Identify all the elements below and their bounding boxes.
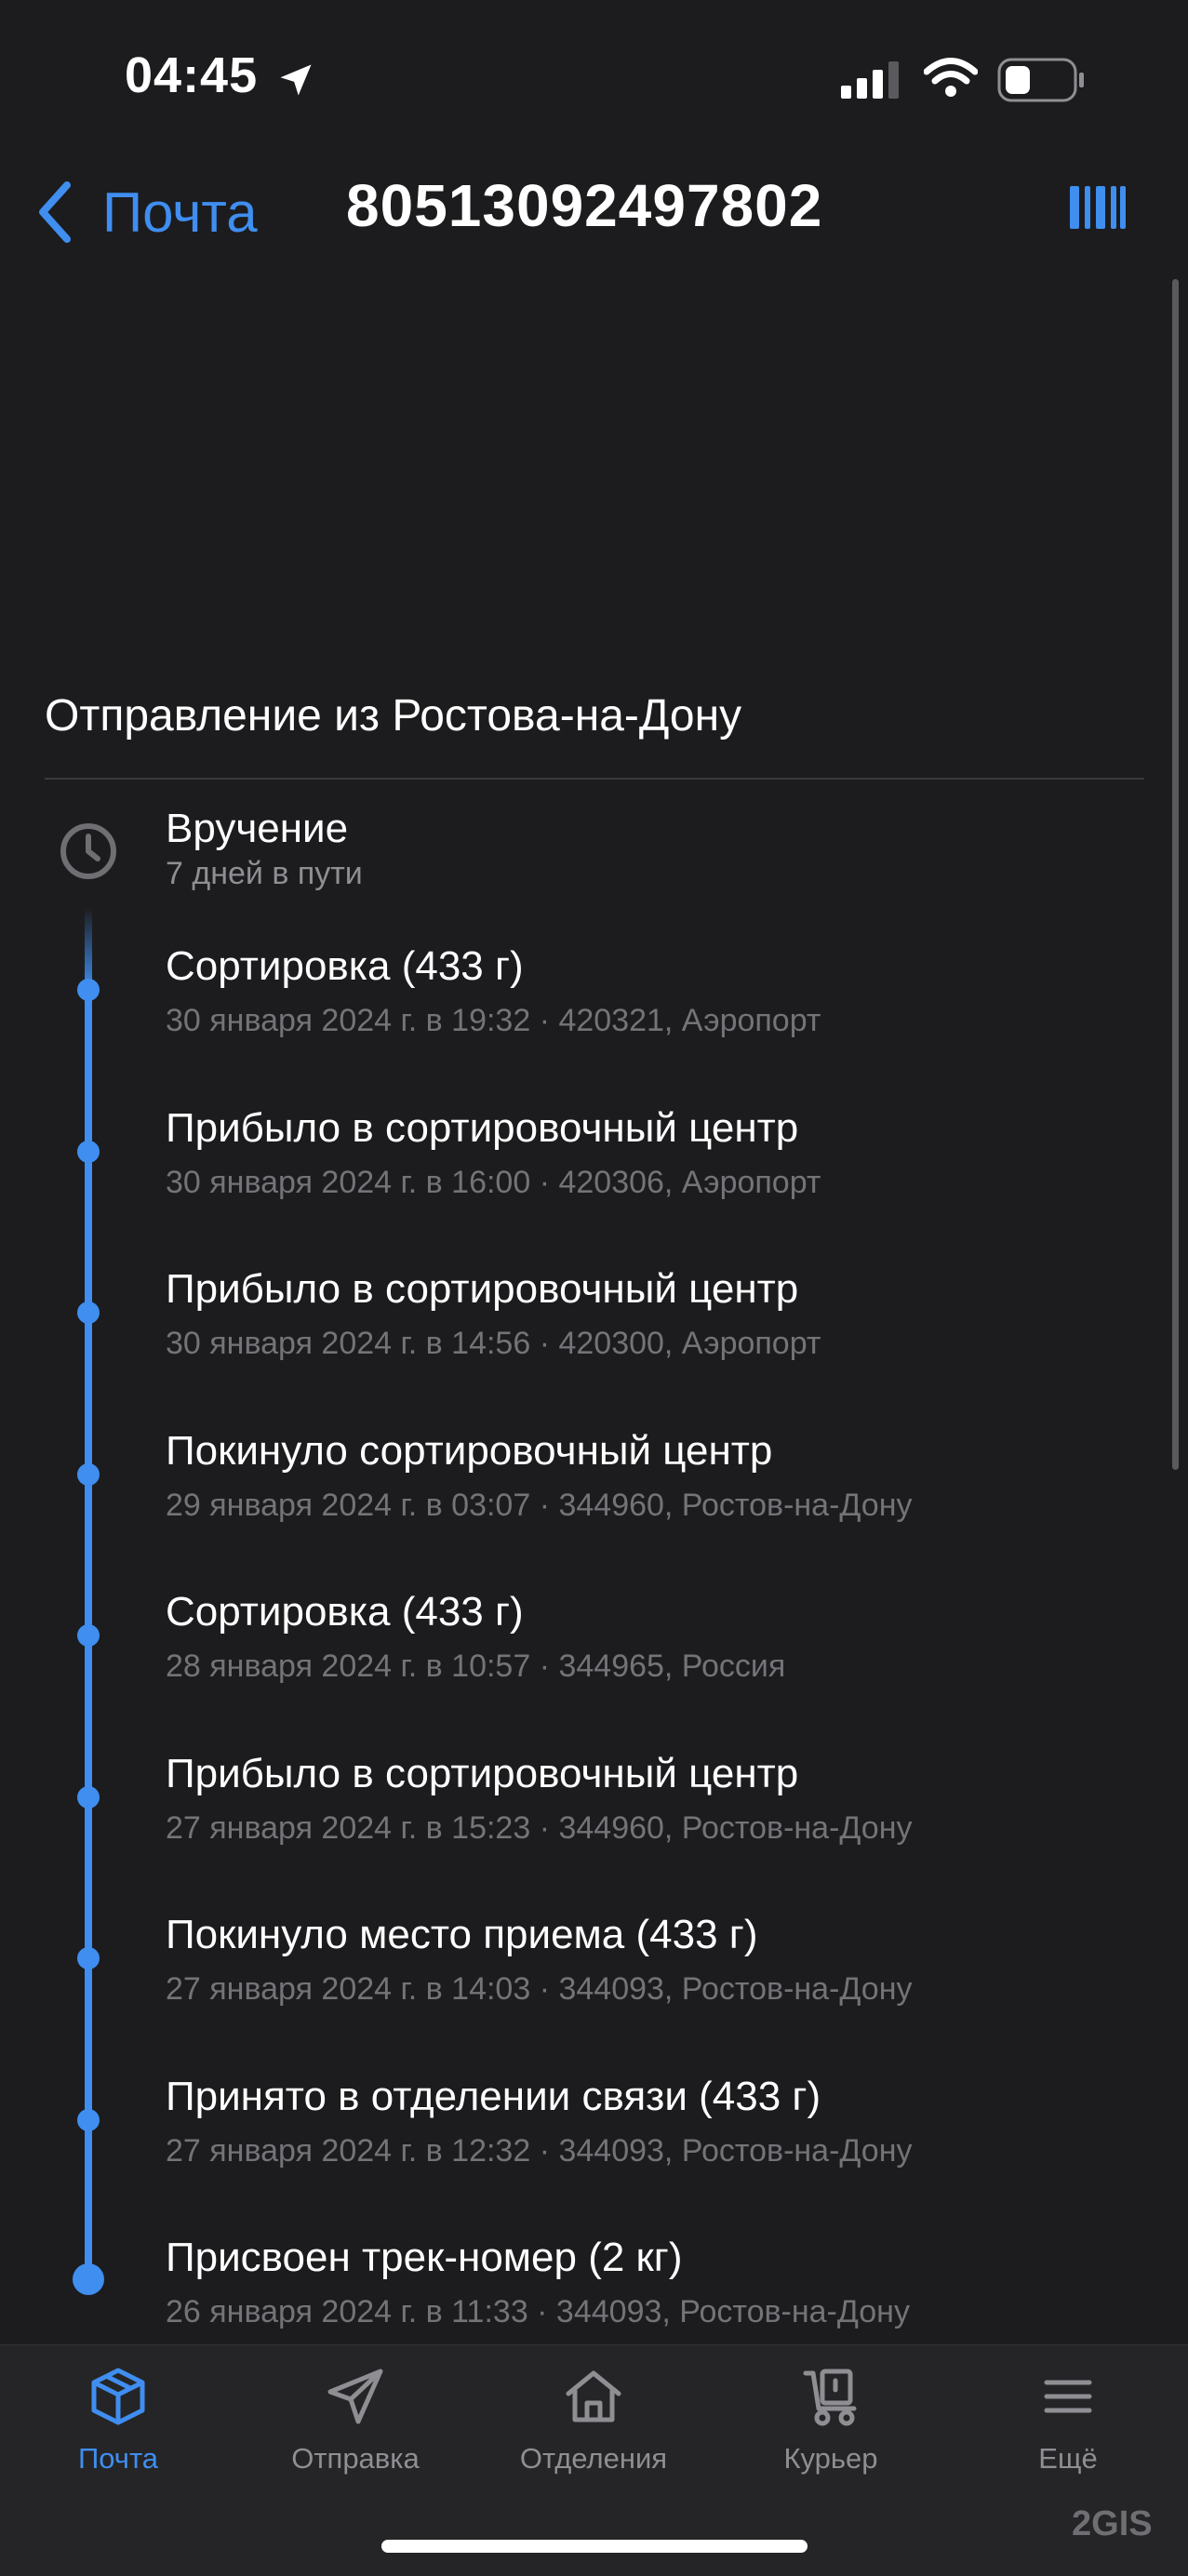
event-title: Присвоен трек-номер (2 кг) — [166, 2235, 683, 2280]
event-title: Прибыло в сортировочный центр — [166, 1751, 799, 1796]
status-time: 04:45 — [125, 47, 259, 103]
tab-mail-label: Почта — [77, 2442, 159, 2475]
tab-offices-label: Отделения — [519, 2442, 668, 2475]
home-indicator[interactable] — [381, 2540, 808, 2553]
location-arrow-icon — [280, 64, 312, 96]
event-details: 28 января 2024 г. в 10:57 · 344965, Росс… — [166, 1648, 786, 1684]
wifi-icon — [924, 58, 978, 97]
house-icon — [566, 2370, 621, 2423]
timeline-event: Прибыло в сортировочный центр 30 января … — [166, 1105, 1152, 1201]
event-details: 29 января 2024 г. в 03:07 · 344960, Рост… — [166, 1488, 913, 1523]
event-title: Принято в отделении связи (433 г) — [166, 2074, 821, 2119]
event-details: 27 января 2024 г. в 14:03 · 344093, Рост… — [166, 1971, 913, 2007]
chevron-left-icon — [39, 181, 71, 243]
event-details: 30 января 2024 г. в 16:00 · 420306, Аэро… — [166, 1165, 821, 1200]
timeline-start-dot — [73, 2263, 104, 2295]
tab-offices[interactable]: Отделения — [487, 2366, 701, 2476]
back-button-label: Почта — [102, 180, 258, 244]
tracking-number-title: 80513092497802 — [346, 172, 823, 239]
event-details: 27 января 2024 г. в 15:23 · 344960, Рост… — [166, 1810, 913, 1846]
timeline-dot — [77, 1786, 100, 1809]
clock-icon — [60, 823, 116, 879]
event-details: 30 января 2024 г. в 14:56 · 420300, Аэро… — [166, 1326, 821, 1361]
event-details: 26 января 2024 г. в 11:33 · 344093, Рост… — [166, 2294, 910, 2329]
cellular-signal-icon — [841, 61, 899, 99]
event-title: Сортировка (433 г) — [166, 1589, 524, 1635]
menu-icon — [1044, 2380, 1092, 2413]
timeline-event: Принято в отделении связи (433 г) 27 янв… — [166, 2074, 1152, 2169]
timeline-dot — [77, 1141, 100, 1163]
timeline-dot — [77, 1463, 100, 1486]
event-details: 30 января 2024 г. в 19:32 · 420321, Аэро… — [166, 1003, 821, 1038]
timeline-dot — [77, 1947, 100, 1969]
barcode-icon[interactable] — [1070, 186, 1126, 229]
battery-icon — [997, 58, 1084, 102]
event-details: 27 января 2024 г. в 12:32 · 344093, Рост… — [166, 2133, 913, 2169]
event-title: Сортировка (433 г) — [166, 943, 524, 989]
delivery-status-title: Вручение — [166, 806, 349, 851]
timeline-dot — [77, 979, 100, 1001]
navigation-bar: Почта 80513092497802 — [0, 158, 1188, 260]
timeline-event: Прибыло в сортировочный центр 30 января … — [166, 1266, 1152, 1362]
timeline-event: Покинуло сортировочный центр 29 января 2… — [166, 1428, 1152, 1524]
timeline-dot — [77, 1301, 100, 1324]
timeline-dot — [77, 2109, 100, 2131]
tab-courier[interactable]: Курьер — [724, 2366, 938, 2476]
scroll-indicator[interactable] — [1172, 279, 1179, 1470]
event-title: Прибыло в сортировочный центр — [166, 1266, 799, 1312]
timeline-event: Присвоен трек-номер (2 кг) 26 января 202… — [166, 2235, 1152, 2330]
tab-send-label: Отправка — [291, 2442, 420, 2475]
back-button[interactable]: Почта — [35, 175, 258, 249]
box-icon — [91, 2368, 145, 2425]
paper-plane-icon — [327, 2369, 383, 2424]
tab-mail[interactable]: Почта — [11, 2366, 225, 2476]
timeline-event: Сортировка (433 г) 28 января 2024 г. в 1… — [166, 1589, 1152, 1685]
event-title: Покинуло место приема (433 г) — [166, 1912, 758, 1957]
timeline-dot — [77, 1624, 100, 1647]
shipment-origin-title: Отправление из Ростова-на-Дону — [45, 691, 742, 741]
event-title: Покинуло сортировочный центр — [166, 1428, 773, 1474]
tab-more-label: Ещё — [1038, 2442, 1098, 2475]
timeline-event: Покинуло место приема (433 г) 27 января … — [166, 1912, 1152, 2008]
watermark-logo: 2GIS — [1072, 2504, 1153, 2543]
delivery-status-subtitle: 7 дней в пути — [166, 856, 363, 891]
delivery-status: Вручение 7 дней в пути — [166, 806, 363, 892]
divider — [45, 778, 1144, 780]
tab-send[interactable]: Отправка — [248, 2366, 462, 2476]
status-bar: 04:45 — [0, 0, 1188, 158]
tab-courier-label: Курьер — [783, 2442, 878, 2475]
tab-more[interactable]: Ещё — [961, 2366, 1175, 2476]
event-title: Прибыло в сортировочный центр — [166, 1105, 799, 1151]
timeline-event: Прибыло в сортировочный центр 27 января … — [166, 1751, 1152, 1847]
courier-cart-icon — [803, 2369, 857, 2426]
timeline-event: Сортировка (433 г) 30 января 2024 г. в 1… — [166, 943, 1152, 1039]
